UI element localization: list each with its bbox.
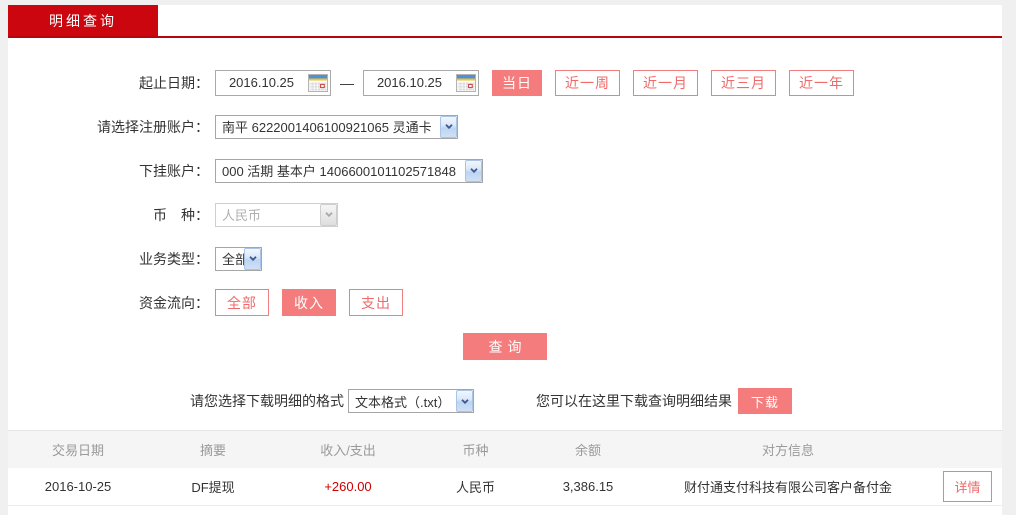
- sub-account-label: 下挂账户：: [139, 162, 209, 179]
- tab-bar: 明细查询: [8, 5, 1002, 36]
- header-summary: 摘要: [199, 443, 226, 458]
- content-panel: 明细查询 起止日期： —: [8, 5, 1002, 515]
- end-date-field[interactable]: [364, 75, 455, 90]
- biz-type-row: 业务类型： 全部: [8, 245, 1002, 272]
- sub-account-value: 000 活期 基本户 1406600101102571848: [222, 164, 456, 179]
- calendar-icon[interactable]: [307, 73, 329, 93]
- header-currency: 币种: [462, 443, 489, 458]
- register-account-row: 请选择注册账户： 南平 6222001406100921065 灵通卡: [8, 113, 1002, 140]
- start-date-input[interactable]: [215, 69, 331, 96]
- fund-flow-row: 资金流向： 全部 收入 支出: [8, 289, 1002, 316]
- currency-row: 币 种： 人民币: [8, 201, 1002, 228]
- detail-button[interactable]: 详情: [943, 471, 992, 502]
- cell-trade-date: 2016-10-25: [44, 479, 112, 494]
- register-account-select[interactable]: 南平 6222001406100921065 灵通卡: [215, 114, 458, 139]
- download-row: 请您选择下载明细的格式 文本格式（.txt） 您可以在这里下载查询明细结果 下载: [8, 388, 1002, 414]
- quick-range-quarter-button[interactable]: 近三月: [711, 69, 776, 96]
- download-button[interactable]: 下载: [738, 388, 792, 414]
- fund-flow-income-button[interactable]: 收入: [282, 289, 336, 316]
- tab-detail-query[interactable]: 明细查询: [8, 5, 158, 36]
- table-header-row: 交易日期 摘要 收入/支出 币种 余额 对方信息: [8, 430, 1002, 468]
- chevron-down-icon[interactable]: [244, 247, 261, 270]
- cell-action: 详情: [933, 471, 1002, 502]
- biz-type-label: 业务类型：: [139, 250, 209, 267]
- start-date-field[interactable]: [216, 75, 307, 90]
- quick-range-year-button[interactable]: 近一年: [789, 69, 854, 96]
- header-trade-date: 交易日期: [51, 443, 104, 458]
- quick-range-month-button[interactable]: 近一月: [633, 69, 698, 96]
- register-account-label: 请选择注册账户：: [97, 118, 209, 135]
- currency-value: 人民币: [222, 208, 262, 223]
- sub-account-row: 下挂账户： 000 活期 基本户 1406600101102571848: [8, 157, 1002, 184]
- register-account-value: 南平 6222001406100921065 灵通卡: [222, 120, 432, 135]
- quick-range-today-button[interactable]: 当日: [492, 69, 542, 96]
- download-format-value: 文本格式（.txt）: [355, 394, 451, 410]
- header-balance: 余额: [574, 443, 601, 458]
- fund-flow-all-button[interactable]: 全部: [215, 289, 269, 316]
- chevron-down-icon: [320, 203, 337, 226]
- sub-account-select[interactable]: 000 活期 基本户 1406600101102571848: [215, 158, 483, 183]
- download-hint: 您可以在这里下载查询明细结果: [536, 393, 732, 409]
- quick-range-week-button[interactable]: 近一周: [555, 69, 620, 96]
- query-button-row: 查询: [8, 333, 1002, 360]
- download-format-label: 请您选择下载明细的格式: [190, 393, 344, 409]
- download-format-select[interactable]: 文本格式（.txt）: [348, 389, 474, 413]
- biz-type-select[interactable]: 全部: [215, 246, 262, 271]
- fund-flow-label: 资金流向：: [139, 294, 209, 311]
- cell-summary: DF提现: [191, 480, 235, 495]
- chevron-down-icon[interactable]: [465, 159, 482, 182]
- date-range-row: 起止日期： —: [8, 69, 1002, 96]
- cell-amount: +260.00: [324, 479, 372, 494]
- date-range-label: 起止日期：: [139, 74, 209, 91]
- results-table: 交易日期 摘要 收入/支出 币种 余额 对方信息 2016-10-25 DF提现…: [8, 430, 1002, 506]
- calendar-icon[interactable]: [455, 73, 477, 93]
- query-button[interactable]: 查询: [463, 333, 547, 360]
- cell-balance: 3,386.15: [562, 479, 614, 494]
- chevron-down-icon[interactable]: [440, 115, 457, 138]
- query-form: 起止日期： —: [8, 38, 1002, 360]
- end-date-input[interactable]: [363, 69, 479, 96]
- currency-select: 人民币: [215, 202, 338, 227]
- header-counterparty: 对方信息: [761, 443, 814, 458]
- currency-label: 币 种：: [153, 206, 209, 223]
- cell-counterparty: 财付通支付科技有限公司客户备付金: [683, 480, 892, 495]
- header-amount: 收入/支出: [320, 443, 376, 458]
- fund-flow-expense-button[interactable]: 支出: [349, 289, 403, 316]
- cell-currency: 人民币: [455, 480, 495, 495]
- date-separator: —: [340, 74, 354, 91]
- chevron-down-icon[interactable]: [456, 390, 473, 412]
- table-row: 2016-10-25 DF提现 +260.00 人民币 3,386.15 财付通…: [8, 468, 1002, 506]
- biz-type-value: 全部: [222, 252, 244, 267]
